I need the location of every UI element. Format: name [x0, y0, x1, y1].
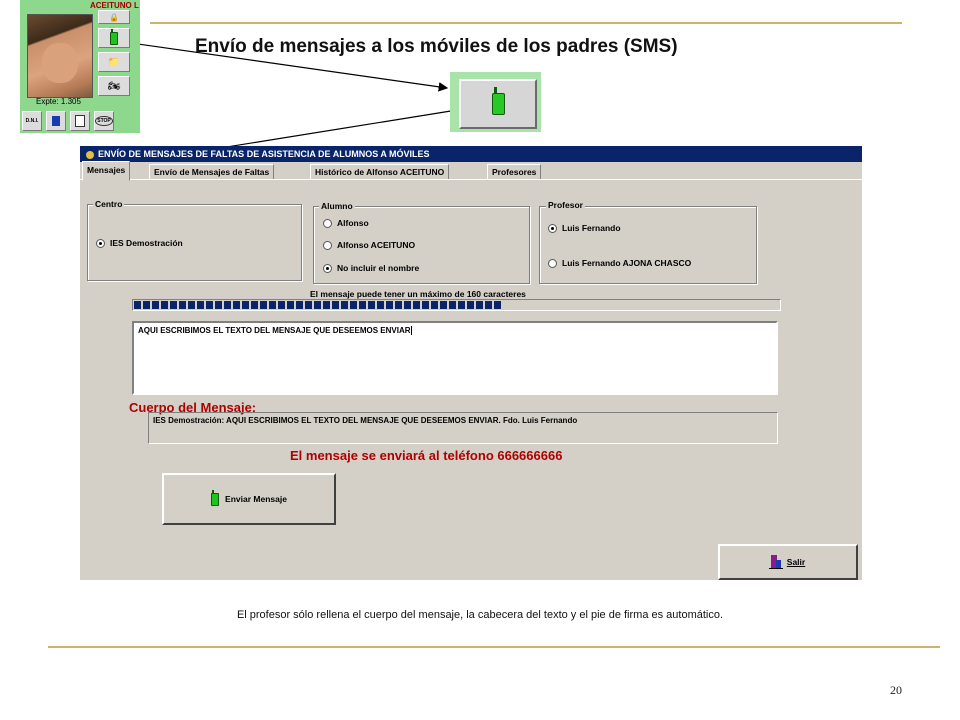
tab-mensajes[interactable]: Mensajes [82, 161, 131, 181]
tool-column: 🔒 📁 🏍 [98, 10, 130, 96]
cuerpo-preview: IES Demostración: AQUI ESCRIBIMOS EL TEX… [148, 412, 778, 444]
send-message-button[interactable]: Enviar Mensaje [162, 473, 336, 525]
student-name: ACEITUNO L [90, 1, 139, 10]
radio-label: Alfonso ACEITUNO [337, 240, 416, 250]
tab-divider [80, 179, 862, 180]
char-count-progress [132, 299, 781, 311]
radio-label: Luis Fernando AJONA CHASCO [562, 258, 692, 268]
slide-caption: El profesor sólo rellena el cuerpo del m… [236, 609, 724, 621]
sms-window: ENVÍO DE MENSAJES DE FALTAS DE ASISTENCI… [80, 146, 862, 580]
radio-dot [323, 263, 332, 273]
radio-label: IES Demostración [110, 238, 183, 248]
document-button[interactable] [70, 111, 90, 131]
document-icon [75, 115, 85, 127]
stop-button[interactable]: STOP [94, 111, 114, 131]
radio-dot [323, 218, 332, 228]
radio-dot [96, 238, 105, 248]
tab-profesores[interactable]: Profesores [487, 164, 542, 180]
profesor-label: Profesor [546, 200, 585, 210]
message-text: AQUI ESCRIBIMOS EL TEXTO DEL MENSAJE QUE… [138, 326, 411, 335]
sms-button[interactable] [98, 28, 130, 48]
alumno-label: Alumno [319, 201, 355, 211]
radio-alumno-no-nombre[interactable]: No incluir el nombre [323, 263, 419, 273]
centro-label: Centro [93, 199, 125, 209]
student-panel: Expte: 1.305 ACEITUNO L 🔒 📁 🏍 D.N.I. STO… [20, 0, 140, 133]
max-chars-label: El mensaje puede tener un máximo de 160 … [310, 289, 526, 299]
motorbike-icon: 🏍 [107, 80, 121, 92]
student-face [42, 43, 78, 83]
radio-alumno-alfonso-aceituno[interactable]: Alfonso ACEITUNO [323, 240, 415, 250]
exit-icon [768, 555, 783, 569]
radio-label: Luis Fernando [562, 223, 621, 233]
book-icon [52, 116, 60, 126]
radio-dot [323, 240, 332, 250]
radio-dot [548, 258, 557, 268]
tab-envio-mensajes-faltas[interactable]: Envío de Mensajes de Faltas [149, 164, 275, 180]
radio-label: Alfonso [337, 218, 369, 228]
slide-title: Envío de mensajes a los móviles de los p… [195, 36, 678, 57]
folder-icon: 📁 [107, 56, 121, 68]
lock-button[interactable]: 🔒 [98, 10, 130, 24]
window-title: ENVÍO DE MENSAJES DE FALTAS DE ASISTENCI… [98, 149, 430, 159]
expte-label: Expte: 1.305 [36, 97, 81, 106]
text-cursor [410, 326, 412, 336]
dni-icon: D.N.I. [25, 118, 39, 124]
phone-number-line: El mensaje se enviará al teléfono 666666… [290, 448, 563, 463]
radio-label: No incluir el nombre [337, 263, 420, 273]
progress-fill [134, 301, 502, 309]
stop-icon: STOP [95, 116, 113, 126]
exit-button[interactable]: Salir [718, 544, 858, 580]
window-titlebar: ENVÍO DE MENSAJES DE FALTAS DE ASISTENCI… [80, 146, 862, 162]
tab-historico[interactable]: Histórico de Alfonso ACEITUNO [310, 164, 450, 180]
motorbike-button[interactable]: 🏍 [98, 76, 130, 96]
folder-button[interactable]: 📁 [98, 52, 130, 72]
dni-button[interactable]: D.N.I. [22, 111, 42, 131]
radio-profesor-luis-ajona[interactable]: Luis Fernando AJONA CHASCO [548, 258, 691, 268]
profesor-group [539, 206, 757, 284]
radio-alumno-alfonso[interactable]: Alfonso [323, 218, 369, 228]
radio-centro-ies[interactable]: IES Demostración [96, 238, 183, 248]
radio-profesor-luis[interactable]: Luis Fernando [548, 223, 621, 233]
phone-icon [110, 28, 118, 45]
lock-icon: 🔒 [109, 12, 119, 22]
student-photo [27, 14, 93, 98]
exit-button-label: Salir [786, 557, 806, 567]
phone-icon [211, 489, 220, 506]
message-textarea[interactable]: AQUI ESCRIBIMOS EL TEXTO DEL MENSAJE QUE… [132, 321, 778, 395]
book-button[interactable] [46, 111, 66, 131]
page-number: 20 [890, 683, 902, 697]
send-button-label: Enviar Mensaje [225, 494, 287, 504]
radio-dot [548, 223, 557, 233]
phone-icon [491, 87, 505, 115]
app-icon [86, 150, 94, 159]
bottom-toolbar: D.N.I. STOP [22, 111, 114, 131]
zoomed-sms-button[interactable] [459, 79, 537, 129]
